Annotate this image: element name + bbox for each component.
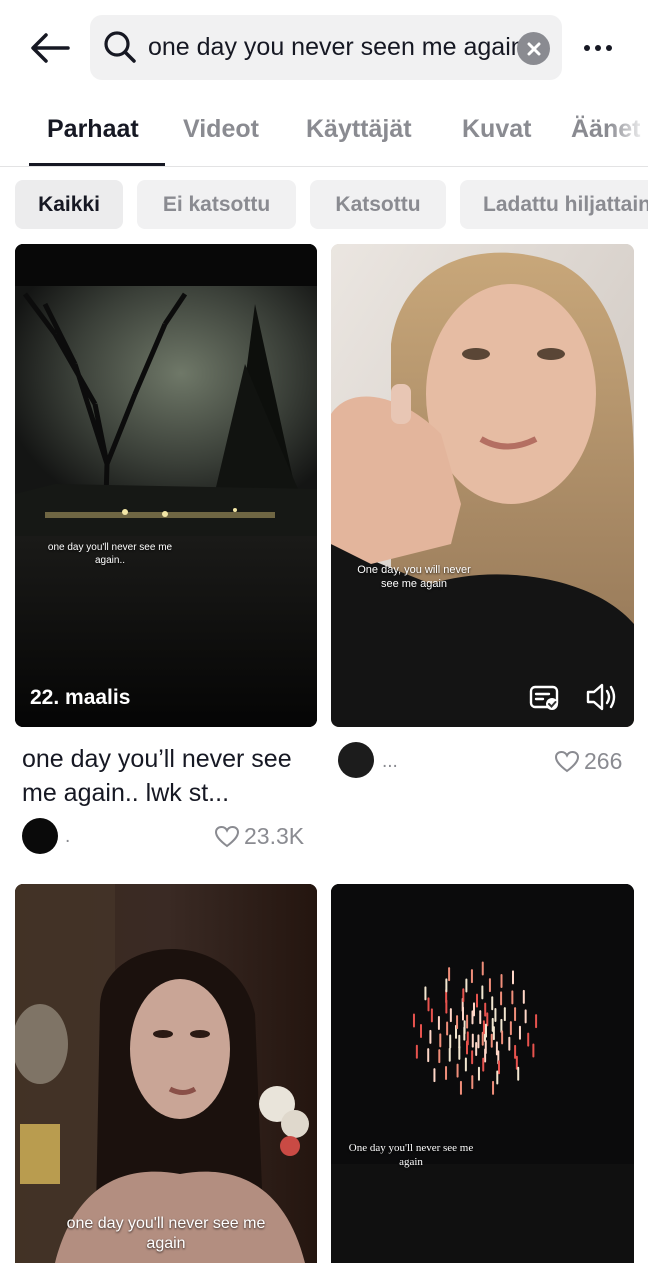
clear-search-button[interactable] bbox=[517, 32, 550, 65]
like-count-value: 266 bbox=[584, 748, 623, 774]
filter-recently-uploaded[interactable]: Ladattu hiljattain bbox=[460, 180, 648, 229]
dot-icon bbox=[595, 45, 601, 51]
video-overlay-text: One day you'll never see me again bbox=[348, 1142, 474, 1168]
search-box[interactable] bbox=[90, 15, 562, 80]
speaker-icon bbox=[586, 683, 616, 711]
tab-users[interactable]: Käyttäjät bbox=[306, 115, 412, 144]
close-icon bbox=[527, 42, 540, 55]
like-count-value: 23.3K bbox=[244, 823, 305, 849]
filter-not-watched[interactable]: Ei katsottu bbox=[137, 180, 296, 229]
heart-icon bbox=[214, 825, 240, 847]
tab-videos[interactable]: Videot bbox=[183, 115, 259, 144]
video-card[interactable]: One day you'll never see me again bbox=[331, 884, 634, 1263]
video-thumbnail bbox=[15, 244, 317, 727]
search-icon bbox=[104, 31, 136, 63]
video-thumbnail bbox=[331, 884, 634, 1263]
video-overlay-text: One day, you will never see me again bbox=[357, 564, 471, 590]
results-tabs: Parhaat Videot Käyttäjät Kuvat Äänet bbox=[0, 95, 648, 167]
tab-photos[interactable]: Kuvat bbox=[462, 115, 531, 144]
video-card[interactable]: one day you'll never see me again bbox=[15, 884, 317, 1263]
more-options-button[interactable] bbox=[576, 28, 620, 68]
video-thumbnail bbox=[15, 884, 317, 1263]
heart-icon bbox=[554, 750, 580, 772]
dot-icon bbox=[584, 45, 590, 51]
dot-icon bbox=[606, 45, 612, 51]
filter-chips: Kaikki Ei katsottu Katsottu Ladattu hilj… bbox=[0, 180, 648, 230]
username[interactable]: ... bbox=[382, 751, 398, 773]
avatar[interactable] bbox=[338, 742, 374, 778]
video-overlay-text: one day you'll never see me again.. bbox=[47, 542, 173, 566]
username[interactable]: . bbox=[65, 826, 70, 848]
filter-watched[interactable]: Katsottu bbox=[310, 180, 446, 229]
back-button[interactable] bbox=[26, 24, 74, 72]
top-bar bbox=[0, 0, 648, 95]
arrow-left-icon bbox=[31, 33, 70, 63]
volume-button[interactable] bbox=[584, 680, 618, 714]
filter-all[interactable]: Kaikki bbox=[15, 180, 123, 229]
active-tab-indicator bbox=[29, 163, 165, 166]
video-thumbnail bbox=[331, 244, 634, 727]
captions-icon bbox=[529, 685, 559, 710]
captions-button[interactable] bbox=[529, 684, 561, 712]
tab-sounds[interactable]: Äänet bbox=[571, 115, 640, 144]
avatar[interactable] bbox=[22, 818, 58, 854]
video-card[interactable]: one day you'll never see me again.. 22. … bbox=[15, 244, 317, 727]
video-description[interactable]: one day you’ll never see me again.. lwk … bbox=[22, 742, 312, 810]
like-count: 23.3K bbox=[214, 823, 304, 850]
like-count: 266 bbox=[554, 748, 622, 775]
post-date: 22. maalis bbox=[30, 686, 131, 709]
search-input[interactable] bbox=[148, 25, 536, 70]
tab-top[interactable]: Parhaat bbox=[47, 115, 139, 144]
video-overlay-text: one day you'll never see me again bbox=[66, 1215, 266, 1252]
video-card[interactable]: One day, you will never see me again bbox=[331, 244, 634, 727]
